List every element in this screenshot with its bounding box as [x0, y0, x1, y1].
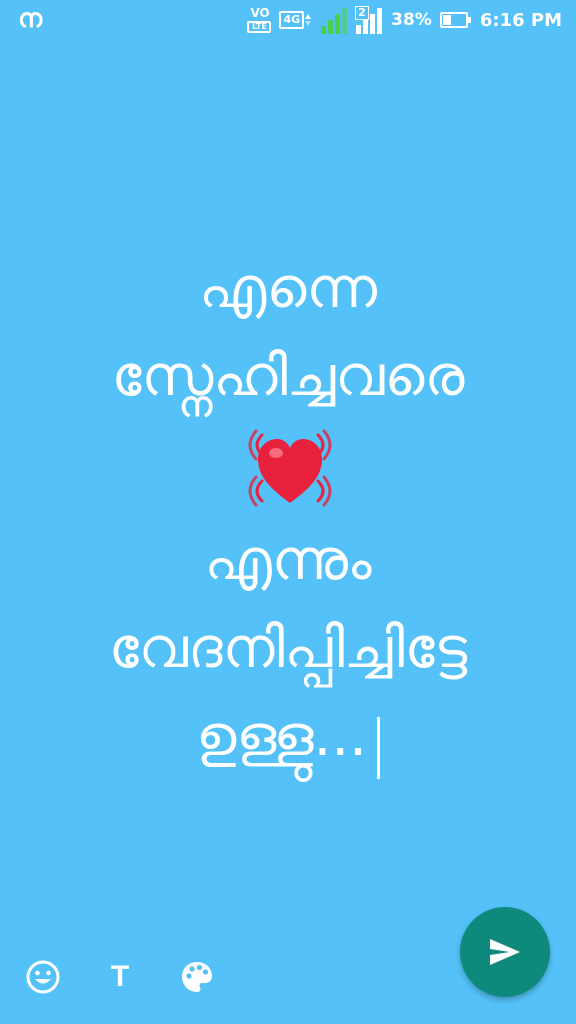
volte-bottom-label: LTE: [247, 21, 272, 33]
battery-percent: 38%: [391, 10, 432, 30]
vibrating-heart-icon: [248, 429, 332, 507]
sim2-label: 2: [355, 6, 369, 20]
status-line-4: വേദനിപ്പിച്ചിട്ടേ: [108, 616, 468, 681]
status-bar: ന VO LTE 4G 2 38% 6:16 PM: [0, 0, 576, 40]
data-activity-icon: [305, 14, 312, 26]
background-color-button[interactable]: [175, 955, 219, 999]
status-text-input[interactable]: എന്നെ സ്നേഹിച്ചവരെ എന്നും വേദനിപ്പിച്ചിട…: [0, 245, 576, 781]
status-line-5: ഉള്ളു...: [196, 704, 367, 769]
text-style-button[interactable]: T: [98, 955, 142, 999]
volte-icon: VO LTE: [247, 6, 272, 34]
palette-icon: [182, 962, 212, 992]
sim1-signal-icon: [319, 6, 348, 34]
status-line-2: സ്നേഹിച്ചവരെ: [111, 344, 465, 409]
sim2-signal-icon: 2: [355, 6, 383, 34]
status-line-5-wrap: ഉള്ളു...: [0, 693, 576, 781]
smiley-icon: [26, 960, 60, 994]
send-icon: [490, 939, 520, 965]
send-button[interactable]: [460, 907, 550, 997]
battery-icon: [439, 12, 471, 28]
clock: 6:16 PM: [479, 9, 562, 31]
network-type-icon: 4G: [279, 11, 312, 29]
status-compose-screen: ന VO LTE 4G 2 38% 6:16 PM എന്നെ സ്നേഹിച്…: [0, 0, 576, 1024]
text-style-icon: T: [110, 960, 130, 993]
network-type-label: 4G: [279, 11, 305, 29]
status-line-3: എന്നും: [204, 528, 372, 593]
notification-glyph: ന: [18, 4, 43, 34]
heart-emoji-container: [0, 421, 576, 517]
status-line-1: എന്നെ: [199, 256, 377, 321]
emoji-button[interactable]: [21, 955, 65, 999]
status-bar-indicators: VO LTE 4G 2 38% 6:16 PM: [247, 6, 562, 34]
volte-top-label: VO: [250, 6, 270, 20]
text-cursor: [376, 716, 380, 779]
